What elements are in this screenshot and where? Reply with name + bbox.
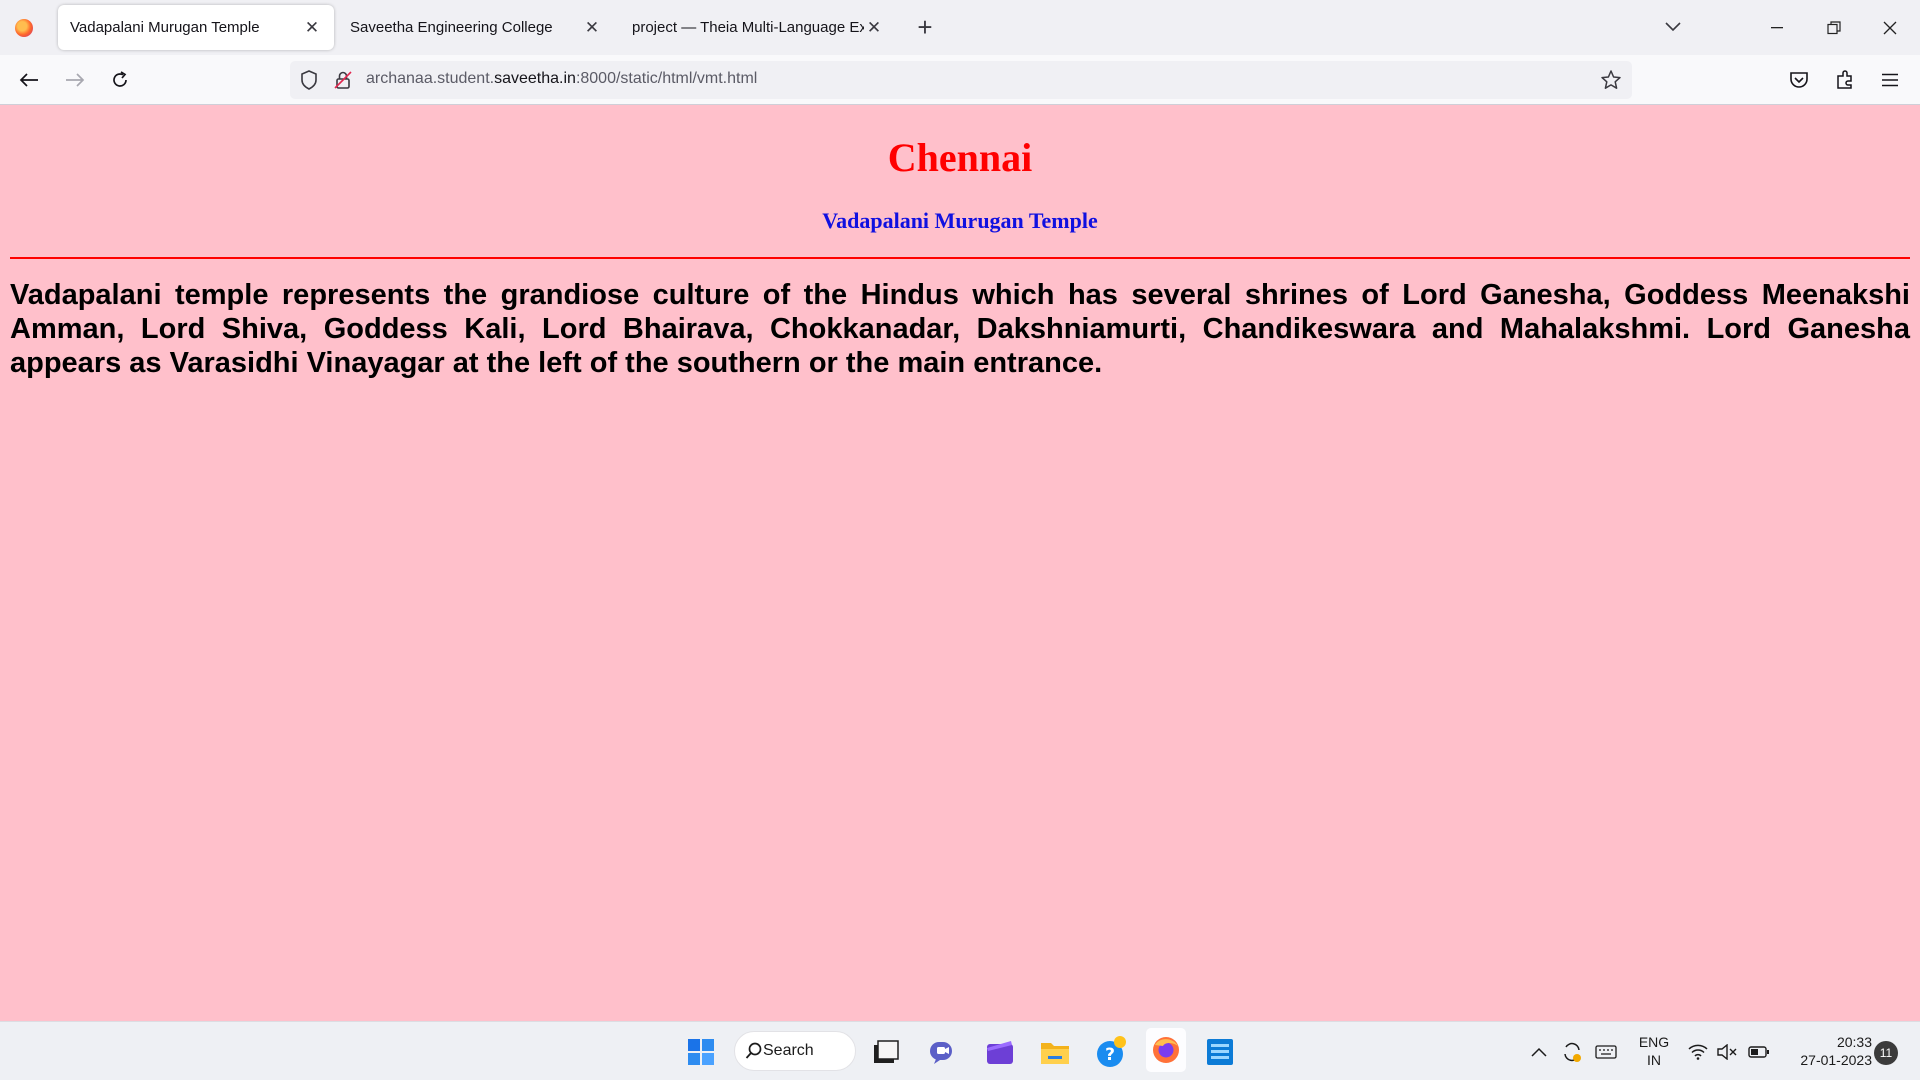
taskbar-search[interactable]: Search	[734, 1031, 856, 1071]
temple-description: Vadapalani temple represents the grandio…	[10, 279, 1910, 379]
extensions-icon[interactable]	[1828, 63, 1862, 97]
pocket-icon[interactable]	[1782, 63, 1816, 97]
tab-theia[interactable]: project — Theia Multi-Language Ex ✕	[620, 5, 896, 50]
close-window-icon[interactable]	[1862, 0, 1918, 55]
clipchamp-icon[interactable]	[982, 1034, 1018, 1070]
city-heading: Chennai	[887, 135, 1033, 180]
horizontal-rule	[10, 257, 1910, 259]
task-view-icon[interactable]	[868, 1034, 904, 1070]
restore-icon[interactable]	[1806, 0, 1862, 55]
wifi-icon[interactable]	[1683, 1034, 1713, 1070]
menu-icon[interactable]	[1873, 63, 1907, 97]
firefox-taskbar-icon[interactable]	[1146, 1028, 1186, 1072]
forward-arrow-icon[interactable]	[58, 63, 92, 97]
language-region: IN	[1647, 1052, 1661, 1068]
url-domain: saveetha.in	[494, 70, 576, 87]
firefox-icon[interactable]	[0, 0, 48, 55]
back-arrow-icon[interactable]	[12, 63, 46, 97]
minimize-icon[interactable]	[1750, 0, 1806, 55]
tab-saveetha[interactable]: Saveetha Engineering College ✕	[338, 5, 614, 50]
svg-text:?: ?	[1105, 1045, 1115, 1065]
chevron-up-icon[interactable]	[1523, 1034, 1555, 1070]
teams-chat-icon[interactable]	[925, 1034, 961, 1070]
bookmark-star-icon[interactable]	[1600, 69, 1622, 96]
url-text[interactable]: archanaa.student.saveetha.in:8000/static…	[366, 70, 757, 88]
language-indicator[interactable]: ENG IN	[1634, 1033, 1674, 1069]
url-prefix: archanaa.student.	[366, 70, 495, 87]
language-code: ENG	[1638, 1034, 1670, 1050]
close-icon[interactable]: ✕	[864, 18, 884, 38]
windows-start-icon[interactable]	[683, 1034, 719, 1070]
chevron-down-icon[interactable]	[1658, 12, 1688, 42]
url-suffix: :8000/static/html/vmt.html	[575, 70, 758, 87]
shield-icon[interactable]	[300, 70, 318, 95]
sync-icon[interactable]	[1556, 1034, 1588, 1070]
clock-time: 20:33	[1836, 1034, 1872, 1050]
clock[interactable]: 20:33 27-01-2023	[1784, 1033, 1872, 1069]
tab-strip: Vadapalani Murugan Temple ✕ Saveetha Eng…	[0, 0, 1920, 55]
page-content: Chennai Vadapalani Murugan Temple Vadapa…	[0, 106, 1920, 1021]
search-label: Search	[763, 1042, 814, 1059]
new-tab-button[interactable]: +	[910, 10, 940, 44]
tab-label: Vadapalani Murugan Temple	[70, 19, 260, 36]
notification-badge[interactable]: 11	[1874, 1041, 1898, 1065]
temple-heading: Vadapalani Murugan Temple	[822, 208, 1098, 233]
insecure-lock-icon[interactable]	[334, 70, 352, 95]
tab-label: project — Theia Multi-Language Ex	[632, 19, 864, 36]
volume-muted-icon[interactable]	[1712, 1034, 1742, 1070]
clock-date: 27-01-2023	[1800, 1052, 1872, 1068]
tab-vadapalani[interactable]: Vadapalani Murugan Temple ✕	[58, 5, 334, 50]
get-help-icon[interactable]: ?	[1092, 1034, 1128, 1070]
battery-icon[interactable]	[1744, 1034, 1774, 1070]
close-icon[interactable]: ✕	[302, 18, 322, 38]
reload-icon[interactable]	[103, 63, 137, 97]
tab-label: Saveetha Engineering College	[350, 19, 553, 36]
search-icon	[745, 1042, 763, 1065]
taskbar: Search ? ENG IN 20:33 27-01-2023 11	[0, 1021, 1920, 1080]
keyboard-icon[interactable]	[1590, 1034, 1622, 1070]
url-bar[interactable]: archanaa.student.saveetha.in:8000/static…	[290, 61, 1632, 99]
close-icon[interactable]: ✕	[582, 18, 602, 38]
navigation-bar: archanaa.student.saveetha.in:8000/static…	[0, 55, 1920, 105]
app-blue-icon[interactable]	[1202, 1034, 1238, 1070]
file-explorer-icon[interactable]	[1037, 1034, 1073, 1070]
